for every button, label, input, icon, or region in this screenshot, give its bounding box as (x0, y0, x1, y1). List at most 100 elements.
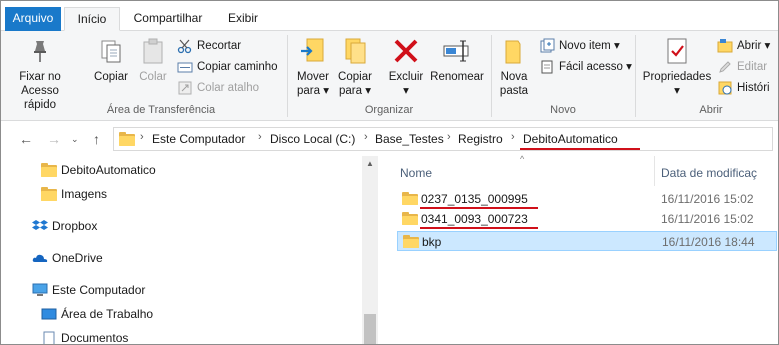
tree-item-label: Área de Trabalho (61, 307, 154, 321)
move-to-button[interactable]: Mover para ▾ (293, 35, 333, 98)
new-folder-icon (498, 35, 530, 67)
breadcrumb-disco-local[interactable]: Disco Local (C:) (270, 132, 355, 146)
file-row[interactable]: 0237_0135_000995 16/11/2016 15:02 (397, 189, 777, 209)
move-to-icon (297, 35, 329, 67)
breadcrumb-registro[interactable]: Registro (458, 132, 503, 146)
tree-item-imagens[interactable]: Imagens (41, 184, 107, 204)
breadcrumb-este-computador[interactable]: Este Computador (152, 132, 245, 146)
column-divider[interactable] (654, 156, 655, 186)
file-row-selected[interactable]: bkp 16/11/2016 18:44 (397, 231, 777, 251)
new-folder-label-1: Nova (500, 71, 528, 83)
navigation-pane: DebitoAutomatico Imagens Dropbox OneDriv… (1, 156, 378, 345)
history-label: Históri (737, 82, 770, 94)
breadcrumb-chevron-icon[interactable]: › (140, 131, 144, 143)
new-group-label: Novo (550, 104, 576, 116)
paste-button[interactable]: Colar (135, 35, 171, 84)
properties-icon (661, 35, 693, 67)
breadcrumb-chevron-icon[interactable]: › (447, 131, 451, 143)
scissors-icon (177, 38, 193, 54)
paste-shortcut-button[interactable]: Colar atalho (177, 79, 259, 97)
open-icon (717, 38, 733, 54)
file-date: 16/11/2016 15:02 (661, 192, 754, 206)
new-folder-button[interactable]: Nova pasta (497, 35, 531, 98)
copy-path-icon (177, 59, 193, 75)
easy-access-icon (539, 59, 555, 75)
clipboard-group-label: Área de Transferência (106, 104, 216, 116)
computer-icon (32, 283, 48, 297)
tab-arquivo[interactable]: Arquivo (5, 7, 61, 31)
scroll-up-arrow-icon[interactable]: ▲ (366, 159, 374, 168)
copy-to-label-2: para (339, 85, 363, 97)
file-row[interactable]: 0341_0093_000723 16/11/2016 15:02 (397, 209, 777, 229)
recent-dropdown-icon[interactable]: ⌄ (71, 134, 79, 145)
history-button[interactable]: Históri (717, 79, 770, 97)
breadcrumb-debitoautomatico[interactable]: DebitoAutomatico (523, 132, 618, 146)
tree-item-label: Este Computador (52, 283, 146, 297)
breadcrumb-chevron-icon[interactable]: › (511, 131, 515, 143)
forward-arrow-icon[interactable]: → (47, 131, 61, 147)
paste-label: Colar (139, 71, 167, 83)
copy-button[interactable]: Copiar (89, 35, 133, 84)
clipboard-icon (137, 35, 169, 67)
folder-icon (403, 235, 419, 248)
pin-icon (24, 35, 56, 67)
file-date: 16/11/2016 15:02 (661, 212, 754, 226)
move-to-label-1: Mover (297, 71, 329, 83)
file-name: 0341_0093_000723 (421, 212, 528, 226)
documents-icon (41, 331, 57, 344)
nav-scrollbar[interactable]: ▲ (362, 156, 378, 344)
sort-ascending-icon: ^ (520, 154, 525, 164)
copy-icon (95, 35, 127, 67)
pin-label-1: Fixar no (19, 71, 61, 83)
tree-item-area-de-trabalho[interactable]: Área de Trabalho (41, 304, 153, 324)
tree-item-label: Documentos (61, 331, 129, 345)
breadcrumb-base-testes[interactable]: Base_Testes (375, 132, 444, 146)
edit-icon (717, 59, 733, 75)
new-folder-label-2: pasta (499, 85, 529, 97)
scroll-thumb[interactable] (364, 314, 376, 344)
easy-access-label: Fácil acesso (559, 61, 623, 73)
folder-icon (402, 212, 418, 225)
onedrive-icon (32, 251, 48, 265)
copy-path-button[interactable]: Copiar caminho (177, 58, 278, 76)
tab-inicio[interactable]: Início (64, 7, 120, 31)
pin-quick-access-button[interactable]: Fixar no Acesso rápido (9, 35, 71, 112)
tab-compartilhar[interactable]: Compartilhar (125, 7, 211, 31)
copy-label: Copiar (94, 71, 128, 83)
edit-button[interactable]: Editar (717, 58, 767, 76)
edit-label: Editar (737, 61, 768, 73)
column-header-name[interactable]: Nome (400, 166, 432, 180)
new-item-icon (539, 38, 555, 54)
file-name: bkp (422, 235, 442, 249)
copy-to-button[interactable]: Copiar para ▾ (335, 35, 375, 98)
delete-button[interactable]: Excluir ▾ (385, 35, 427, 98)
tree-item-este-computador[interactable]: Este Computador (32, 280, 145, 300)
address-row: ← → ⌄ ↑ › Este Computador › Disco Local … (1, 122, 778, 156)
address-bar[interactable]: › Este Computador › Disco Local (C:) › B… (113, 127, 773, 151)
new-item-label: Novo item (559, 40, 611, 52)
rename-button[interactable]: Renomear (429, 35, 485, 84)
tab-exibir[interactable]: Exibir (217, 7, 269, 31)
easy-access-button[interactable]: Fácil acesso ▾ (539, 58, 632, 76)
divider (635, 35, 636, 117)
tree-item-label: Imagens (61, 187, 108, 201)
tree-item-label: DebitoAutomatico (61, 163, 156, 177)
breadcrumb-chevron-icon[interactable]: › (364, 131, 368, 143)
pin-label-2: Acesso rápido (21, 85, 59, 111)
cut-button[interactable]: Recortar (177, 37, 241, 55)
column-header-date[interactable]: Data de modificaç (661, 166, 757, 180)
rename-icon (441, 35, 473, 67)
tree-item-onedrive[interactable]: OneDrive (32, 248, 103, 268)
breadcrumb-chevron-icon[interactable]: › (258, 131, 262, 143)
open-button[interactable]: Abrir ▾ (717, 37, 770, 55)
tree-item-documentos[interactable]: Documentos (41, 328, 129, 345)
history-icon (717, 80, 733, 96)
new-item-button[interactable]: Novo item ▾ (539, 37, 620, 55)
tree-item-dropbox[interactable]: Dropbox (32, 216, 97, 236)
delete-label: Excluir (388, 71, 424, 83)
tree-item-debitoautomatico[interactable]: DebitoAutomatico (41, 160, 156, 180)
up-arrow-icon[interactable]: ↑ (93, 131, 100, 147)
paste-shortcut-label: Colar atalho (197, 82, 260, 94)
properties-button[interactable]: Propriedades ▾ (641, 35, 713, 98)
back-arrow-icon[interactable]: ← (19, 131, 33, 147)
